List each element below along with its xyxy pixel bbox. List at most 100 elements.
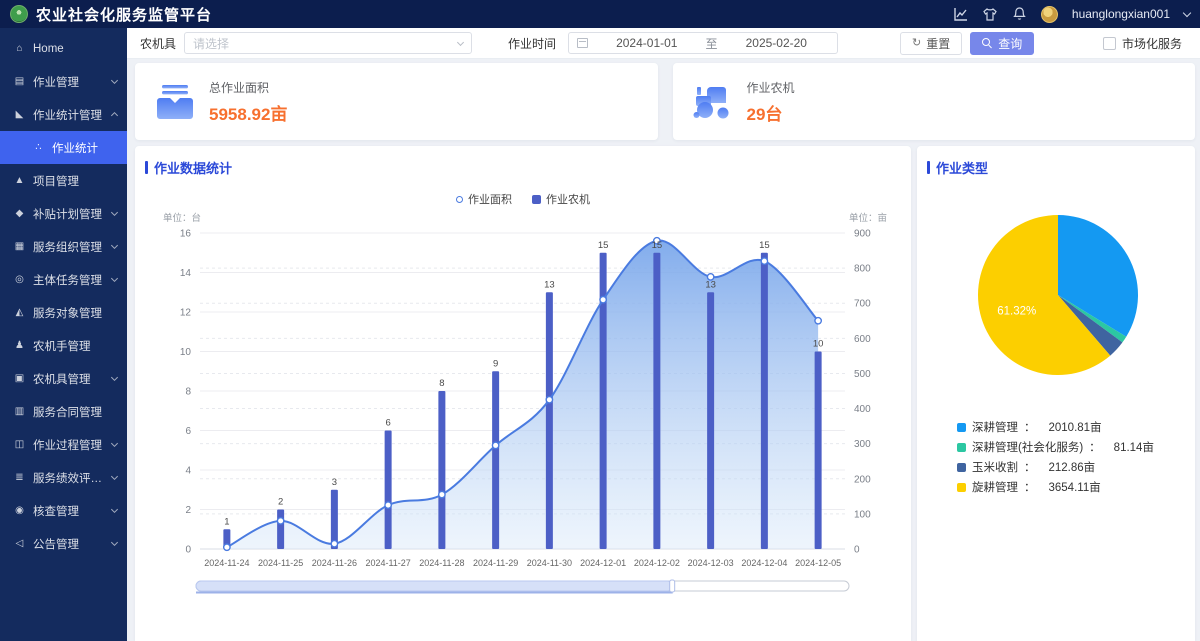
sidebar-item-service-object-mgmt[interactable]: ◭服务对象管理	[0, 296, 127, 329]
sidebar-item-machinist-mgmt[interactable]: ♟农机手管理	[0, 329, 127, 362]
swatch-icon	[957, 483, 966, 492]
chevron-down-icon	[111, 374, 118, 381]
pie-legend-row[interactable]: 深耕管理(社会化服务)：81.14亩	[957, 439, 1185, 455]
date-range-picker[interactable]: 2024-01-01 至 2025-02-20	[568, 32, 838, 54]
legend-item-area[interactable]: 作业面积	[456, 191, 512, 207]
svg-text:61.32%: 61.32%	[997, 305, 1036, 317]
header-actions: huanglongxian001	[954, 6, 1190, 23]
verify-icon: ◉	[13, 505, 26, 516]
pie-legend: 深耕管理：2010.81亩 深耕管理(社会化服务)：81.14亩 玉米收割：21…	[957, 419, 1185, 495]
date-end[interactable]: 2025-02-20	[724, 36, 830, 50]
total-area-card: 总作业面积 5958.92亩	[135, 63, 658, 140]
sidebar-item-subsidy-plan-mgmt[interactable]: ◆补贴计划管理	[0, 197, 127, 230]
work-data-panel: 作业数据统计 作业面积 作业农机 02468101214160100200300…	[135, 146, 911, 641]
svg-text:0: 0	[185, 545, 191, 556]
ring-marker-icon	[456, 196, 463, 203]
svg-text:13: 13	[544, 279, 555, 290]
combo-chart[interactable]: 0246810121416010020030040050060070080090…	[145, 209, 901, 639]
sidebar-item-verification-mgmt[interactable]: ◉核查管理	[0, 494, 127, 527]
chevron-down-icon	[111, 209, 118, 216]
app-logo-icon	[10, 5, 28, 23]
chevron-down-icon	[111, 539, 118, 546]
stat-value: 5958.92亩	[209, 100, 287, 125]
svg-text:500: 500	[854, 369, 871, 380]
chevron-down-icon	[111, 275, 118, 282]
svg-text:10: 10	[180, 347, 192, 358]
sidebar-item-work-stats-mgmt[interactable]: ◣作业统计管理	[0, 98, 127, 131]
svg-text:2024-12-05: 2024-12-05	[795, 558, 841, 568]
pie-chart[interactable]: 61.32%	[930, 183, 1182, 415]
svg-text:2024-12-03: 2024-12-03	[688, 558, 734, 568]
swatch-icon	[957, 423, 966, 432]
svg-text:2024-11-28: 2024-11-28	[419, 558, 464, 568]
avatar[interactable]	[1041, 6, 1058, 23]
sidebar-item-service-contract-mgmt[interactable]: ▥服务合同管理	[0, 395, 127, 428]
sidebar-item-subject-task-mgmt[interactable]: ◎主体任务管理	[0, 263, 127, 296]
sidebar-item-work-mgmt[interactable]: ▤作业管理	[0, 65, 127, 98]
svg-text:2024-11-24: 2024-11-24	[204, 558, 249, 568]
date-start[interactable]: 2024-01-01	[594, 36, 700, 50]
machinery-select[interactable]: 请选择	[184, 32, 472, 54]
title-accent-bar	[927, 161, 930, 174]
inbox-icon	[155, 83, 195, 121]
bell-icon[interactable]	[1012, 7, 1027, 22]
charts-row: 作业数据统计 作业面积 作业农机 02468101214160100200300…	[135, 146, 1195, 641]
work-type-title: 作业类型	[927, 158, 1185, 177]
stat-cards: 总作业面积 5958.92亩 作业农机 29台	[135, 63, 1195, 140]
line-chart-icon[interactable]	[954, 7, 969, 22]
stat-value: 29台	[747, 100, 795, 125]
sidebar-item-work-process-mgmt[interactable]: ◫作业过程管理	[0, 428, 127, 461]
share-nodes-icon: ∴	[32, 142, 45, 153]
svg-text:200: 200	[854, 474, 871, 485]
market-service-label: 市场化服务	[1122, 35, 1182, 52]
svg-text:2: 2	[185, 505, 191, 516]
username[interactable]: huanglongxian001	[1072, 7, 1170, 21]
swatch-icon	[957, 443, 966, 452]
query-button[interactable]: 查询	[970, 32, 1034, 55]
chevron-down-icon	[1183, 8, 1191, 16]
svg-text:600: 600	[854, 334, 871, 345]
square-marker-icon	[532, 195, 541, 204]
svg-text:6: 6	[185, 426, 191, 437]
sidebar-item-project-mgmt[interactable]: ▲项目管理	[0, 164, 127, 197]
theme-icon[interactable]	[983, 7, 998, 22]
svg-text:9: 9	[493, 358, 498, 369]
svg-text:6: 6	[385, 418, 390, 429]
sidebar-item-service-org-mgmt[interactable]: ▦服务组织管理	[0, 230, 127, 263]
svg-text:0: 0	[854, 545, 860, 556]
svg-text:13: 13	[705, 279, 716, 290]
refresh-icon: ↻	[912, 38, 921, 49]
svg-text:单位：台: 单位：台	[163, 212, 201, 224]
svg-text:2024-11-26: 2024-11-26	[312, 558, 357, 568]
pie-legend-row[interactable]: 深耕管理：2010.81亩	[957, 419, 1185, 435]
svg-text:12: 12	[180, 308, 192, 319]
svg-text:2024-11-27: 2024-11-27	[365, 558, 410, 568]
svg-text:8: 8	[185, 387, 191, 398]
sidebar-item-service-evaluation-mgmt[interactable]: ≣服务绩效评价管理	[0, 461, 127, 494]
legend-item-machines[interactable]: 作业农机	[532, 191, 590, 207]
sidebar-item-machinery-mgmt[interactable]: ▣农机具管理	[0, 362, 127, 395]
sidebar-item-work-stats[interactable]: ∴作业统计	[0, 131, 127, 164]
work-data-title: 作业数据统计	[145, 158, 901, 177]
project-icon: ▲	[13, 175, 26, 186]
chevron-down-icon	[111, 506, 118, 513]
svg-text:2024-12-01: 2024-12-01	[580, 558, 626, 568]
calendar-icon	[577, 38, 588, 48]
reset-button[interactable]: ↻ 重置	[900, 32, 962, 55]
machinery-label: 农机具	[140, 35, 176, 52]
sidebar-item-announcement-mgmt[interactable]: ◁公告管理	[0, 527, 127, 560]
svg-text:900: 900	[854, 229, 871, 240]
work-type-panel: 作业类型 61.32% 深耕管理：2010.81亩 深耕管理(社会化服务)：81…	[917, 146, 1195, 641]
pie-legend-row[interactable]: 玉米收割：212.86亩	[957, 459, 1185, 475]
svg-text:300: 300	[854, 439, 871, 450]
machinery-icon: ▣	[13, 373, 26, 384]
pie-legend-row[interactable]: 旋耕管理：3654.11亩	[957, 479, 1185, 495]
market-service-checkbox[interactable]	[1103, 37, 1116, 50]
process-icon: ◫	[13, 439, 26, 450]
sidebar-item-home[interactable]: ⌂Home	[0, 32, 127, 65]
service-org-icon: ▦	[13, 241, 26, 252]
svg-text:14: 14	[180, 268, 192, 279]
subsidy-plan-icon: ◆	[13, 208, 26, 219]
svg-text:2: 2	[278, 497, 283, 508]
svg-text:15: 15	[759, 240, 770, 251]
